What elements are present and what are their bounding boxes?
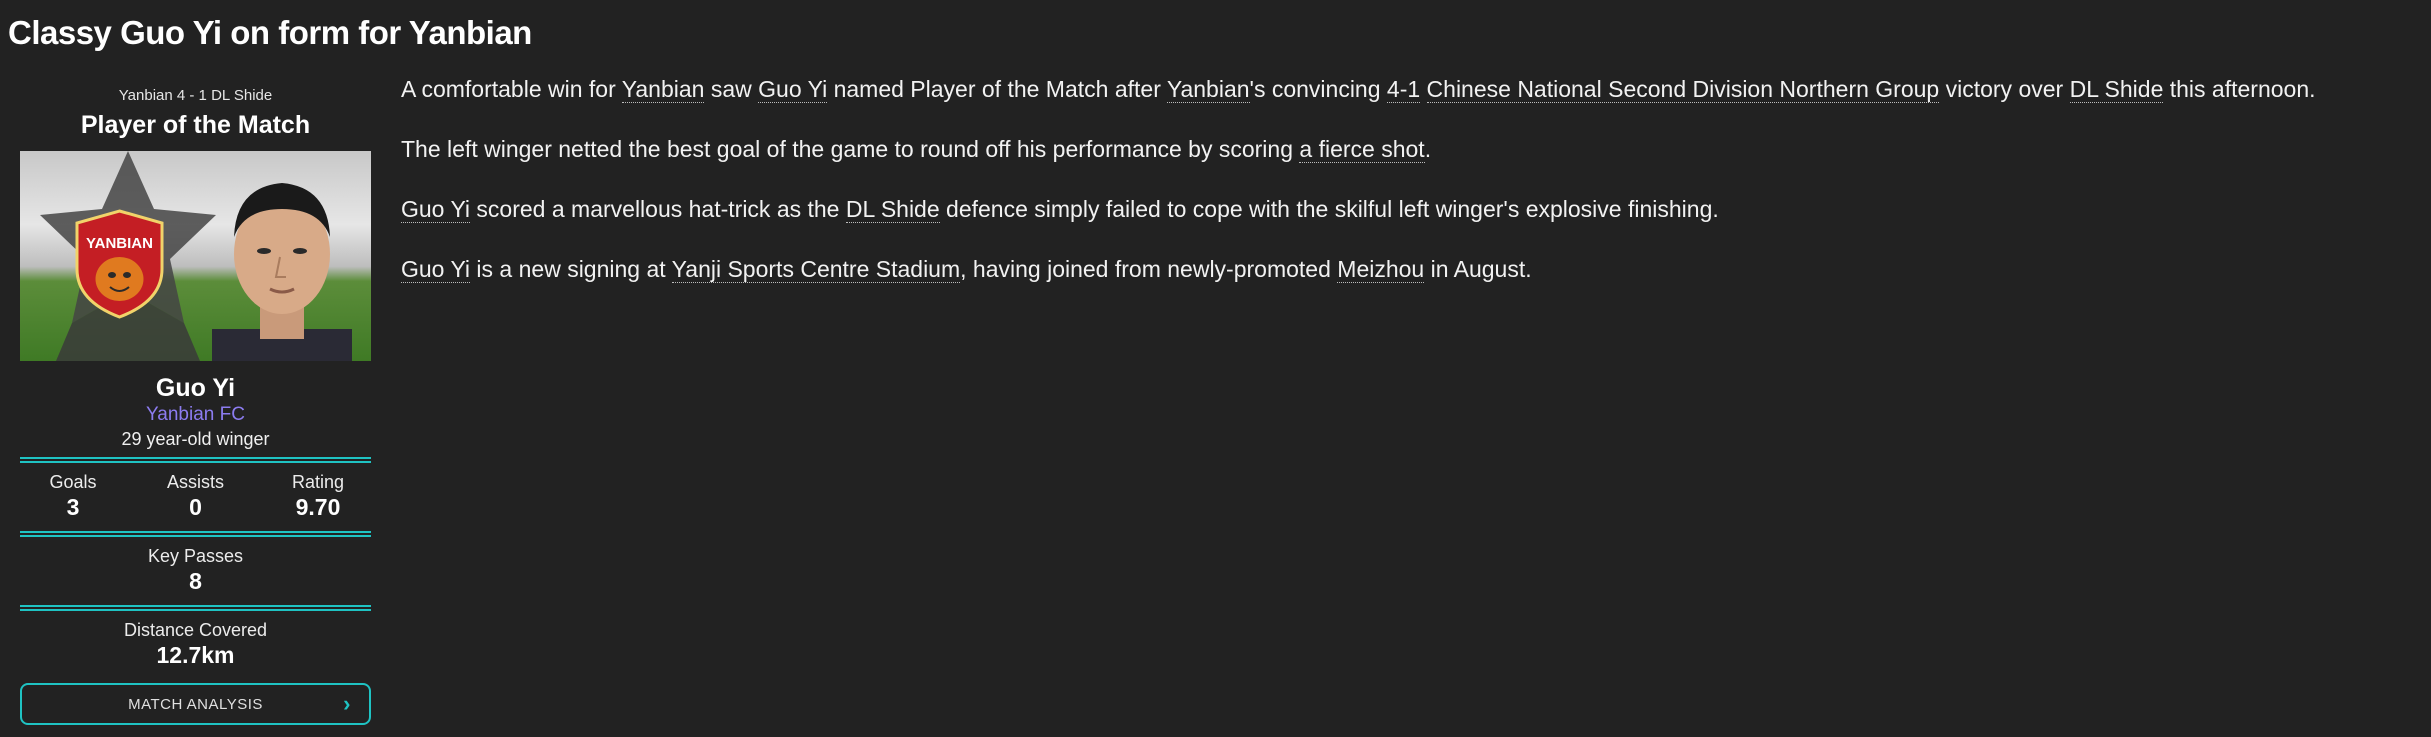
stadium-link[interactable]: Yanji Sports Centre Stadium (671, 256, 961, 283)
article-paragraph: Guo Yi is a new signing at Yanji Sports … (401, 254, 2426, 284)
chevron-right-icon: › (343, 691, 351, 716)
crest-text: YANBIAN (86, 235, 153, 252)
club-link[interactable]: DL Shide (2069, 76, 2164, 103)
news-headline: Classy Guo Yi on form for Yanbian (8, 14, 532, 51)
text: victory over (1939, 76, 2070, 102)
player-link[interactable]: Guo Yi (401, 196, 471, 223)
player-portrait-icon (212, 183, 352, 361)
article-paragraph: The left winger netted the best goal of … (401, 134, 2426, 164)
text: 's convincing (1249, 76, 1387, 102)
card-title: Player of the Match (80, 111, 311, 139)
article-body: A comfortable win for Yanbian saw Guo Yi… (401, 74, 2426, 314)
goal-link[interactable]: a fierce shot (1299, 136, 1425, 163)
club-link[interactable]: Meizhou (1337, 256, 1425, 283)
text: The left winger netted the best goal of … (401, 136, 1300, 162)
player-name[interactable]: Guo Yi (20, 373, 371, 403)
stat-value: 9.70 (295, 494, 341, 520)
match-analysis-button[interactable]: MATCH ANALYSIS › (20, 683, 371, 725)
text: is a new signing at (470, 256, 672, 282)
player-photo: YANBIAN (20, 151, 371, 361)
player-link[interactable]: Guo Yi (401, 256, 471, 283)
club-link[interactable]: DL Shide (845, 196, 940, 223)
stat-label: Distance Covered (123, 620, 268, 640)
stat-label: Assists (166, 472, 224, 492)
player-link[interactable]: Guo Yi (758, 76, 828, 103)
club-link[interactable]: Yanbian (621, 76, 705, 103)
match-analysis-label: MATCH ANALYSIS (128, 695, 263, 713)
stat-value: 8 (189, 568, 202, 594)
match-result-link[interactable]: 4-1 (1386, 76, 1421, 103)
text: defence simply failed to cope with the s… (939, 196, 1719, 222)
text: this afternoon. (2163, 76, 2316, 102)
text: scored a marvellous hat-trick as the (470, 196, 846, 222)
stat-rating: Rating 9.70 (283, 471, 353, 521)
text: . (1424, 136, 1432, 162)
stat-value: 3 (66, 494, 80, 520)
player-club[interactable]: Yanbian FC (20, 403, 371, 427)
text: named Player of the Match after (827, 76, 1167, 102)
article-paragraph: A comfortable win for Yanbian saw Guo Yi… (401, 74, 2426, 104)
text: A comfortable win for (401, 76, 622, 102)
text: in August. (1424, 256, 1532, 282)
stat-assists: Assists 0 (161, 471, 231, 521)
competition-link[interactable]: Chinese National Second Division Norther… (1426, 76, 1940, 103)
article-paragraph: Guo Yi scored a marvellous hat-trick as … (401, 194, 2426, 224)
stat-value: 0 (189, 494, 202, 520)
match-score-line[interactable]: Yanbian 4 - 1 DL Shide (20, 84, 371, 108)
stats-row: Goals 3 Assists 0 Rating 9.70 (20, 463, 371, 525)
stat-label: Goals (49, 472, 97, 492)
stat-goals: Goals 3 (38, 471, 108, 521)
text: , having joined from newly-promoted (960, 256, 1338, 282)
stat-label: Rating (291, 472, 345, 492)
stat-value: 12.7km (156, 642, 235, 668)
player-of-the-match-card: Yanbian 4 - 1 DL Shide Player of the Mat… (20, 84, 371, 725)
stat-distance-covered: Distance Covered 12.7km (20, 611, 371, 673)
player-description: 29 year-old winger (121, 429, 270, 449)
club-link[interactable]: Yanbian (1166, 76, 1250, 103)
club-crest-icon: YANBIAN (75, 209, 164, 319)
stat-key-passes: Key Passes 8 (20, 537, 371, 599)
text: saw (704, 76, 759, 102)
text (1420, 76, 1426, 102)
stat-label: Key Passes (147, 546, 244, 566)
